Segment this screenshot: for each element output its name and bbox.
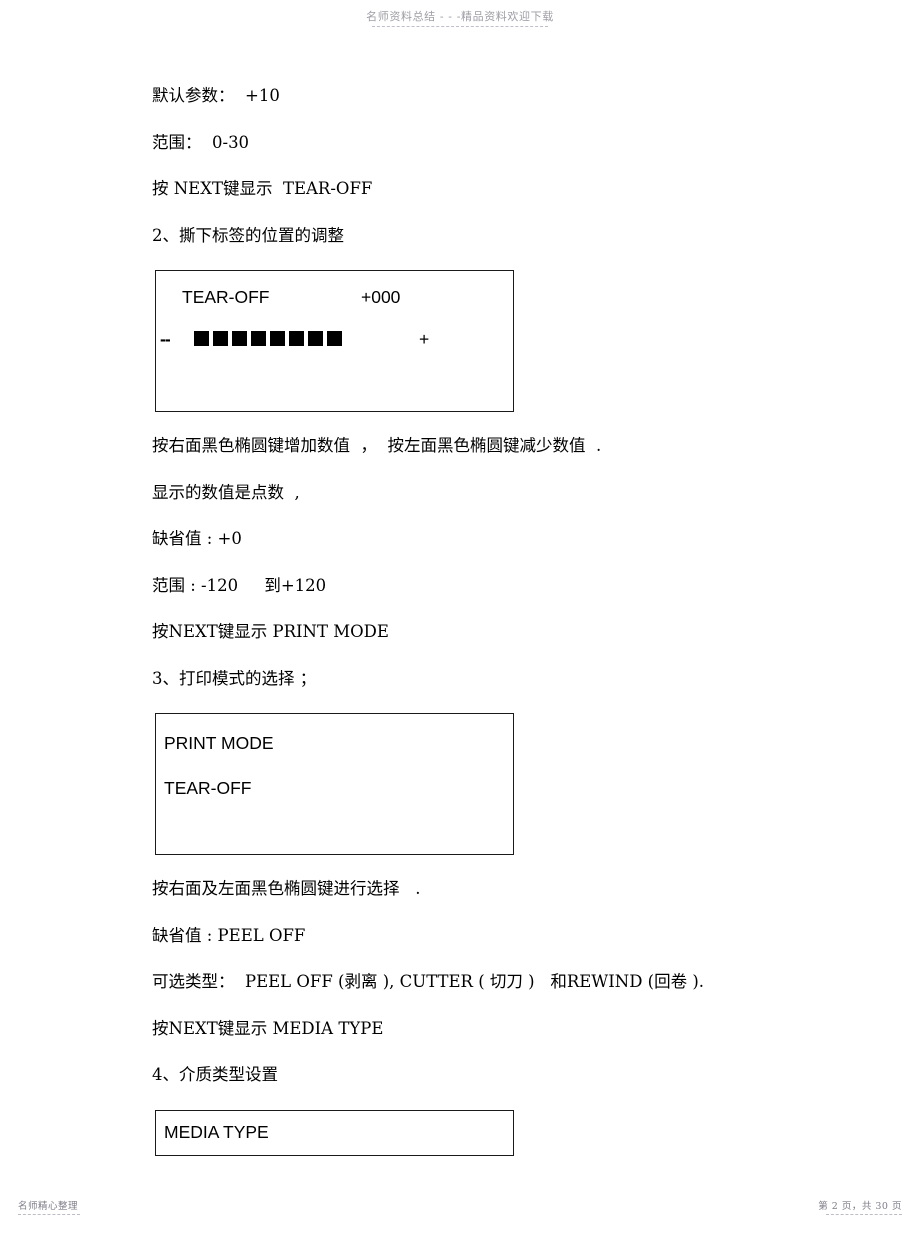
paragraph-default-value: 缺省值 : +0	[152, 529, 242, 548]
footer-right: 第 2 页，共 30 页	[818, 1198, 902, 1216]
document-content: 默认参数： +10 范围： 0-30 按 NEXT键显示 TEAR-OFF 2、…	[152, 86, 792, 1156]
bar-segment	[213, 331, 228, 346]
footer-left: 名师精心整理	[18, 1198, 80, 1216]
lcd-print-mode-value: TEAR-OFF	[164, 778, 252, 798]
heading-section-3: 3、打印模式的选择 ；	[152, 668, 317, 688]
lcd-panel-media-type: MEDIA TYPE	[155, 1109, 514, 1156]
lcd-tear-off-title: TEAR-OFF	[182, 287, 270, 307]
lcd-panel-print-mode: PRINT MODE TEAR-OFF	[155, 713, 514, 855]
paragraph-next-tear-off: 按 NEXT键显示 TEAR-OFF	[152, 179, 373, 198]
bar-segment	[232, 331, 247, 346]
header-watermark: 名师资料总结 - - -精品资料欢迎下载	[0, 8, 920, 28]
document-page: 名师资料总结 - - -精品资料欢迎下载 默认参数： +10 范围： 0-30 …	[0, 0, 920, 1234]
paragraph-value-is-dots: 显示的数值是点数 ,	[152, 482, 300, 502]
lcd-panel-tear-off: TEAR-OFF +000 -- +	[155, 270, 514, 412]
lcd-bar-indicator	[194, 331, 342, 346]
footer-page-number: 第 2 页，共 30 页	[818, 1201, 902, 1212]
paragraph-increase-decrease: 按右面黑色椭圆键增加数值 ， 按左面黑色椭圆键减少数值 .	[152, 436, 602, 455]
heading-section-4: 4、介质类型设置	[152, 1065, 278, 1084]
bar-segment	[251, 331, 266, 346]
bar-segment	[289, 331, 304, 346]
bar-segment	[308, 331, 323, 346]
paragraph-select-with-keys: 按右面及左面黑色椭圆键进行选择 .	[152, 879, 421, 898]
lcd-print-mode-title: PRINT MODE	[164, 733, 274, 753]
lcd-plus-label: +	[419, 329, 430, 349]
lcd-tear-off-value: +000	[361, 287, 401, 307]
paragraph-available-types: 可选类型： PEEL OFF (剥离 ), CUTTER ( 切刀 ) 和REW…	[152, 972, 705, 991]
heading-section-2: 2、撕下标签的位置的调整	[152, 225, 344, 245]
lcd-minus-label: --	[160, 329, 171, 349]
footer-right-rule	[826, 1214, 902, 1216]
paragraph-range-120: 范围 : -120 到+120	[152, 575, 327, 595]
bar-segment	[270, 331, 285, 346]
paragraph-default-peel-off: 缺省值 : PEEL OFF	[152, 925, 306, 945]
lcd-media-type-title: MEDIA TYPE	[164, 1121, 269, 1142]
paragraph-next-print-mode: 按NEXT键显示 PRINT MODE	[152, 622, 389, 641]
paragraph-range: 范围： 0-30	[152, 132, 250, 152]
paragraph-default-parameter: 默认参数： +10	[152, 86, 280, 105]
bar-segment	[194, 331, 209, 346]
header-watermark-rule	[372, 26, 548, 28]
footer-left-text: 名师精心整理	[18, 1201, 79, 1212]
header-watermark-text: 名师资料总结 - - -精品资料欢迎下载	[366, 10, 554, 23]
bar-segment	[327, 331, 342, 346]
paragraph-next-media-type: 按NEXT键显示 MEDIA TYPE	[152, 1018, 384, 1038]
footer-left-rule	[18, 1214, 80, 1216]
